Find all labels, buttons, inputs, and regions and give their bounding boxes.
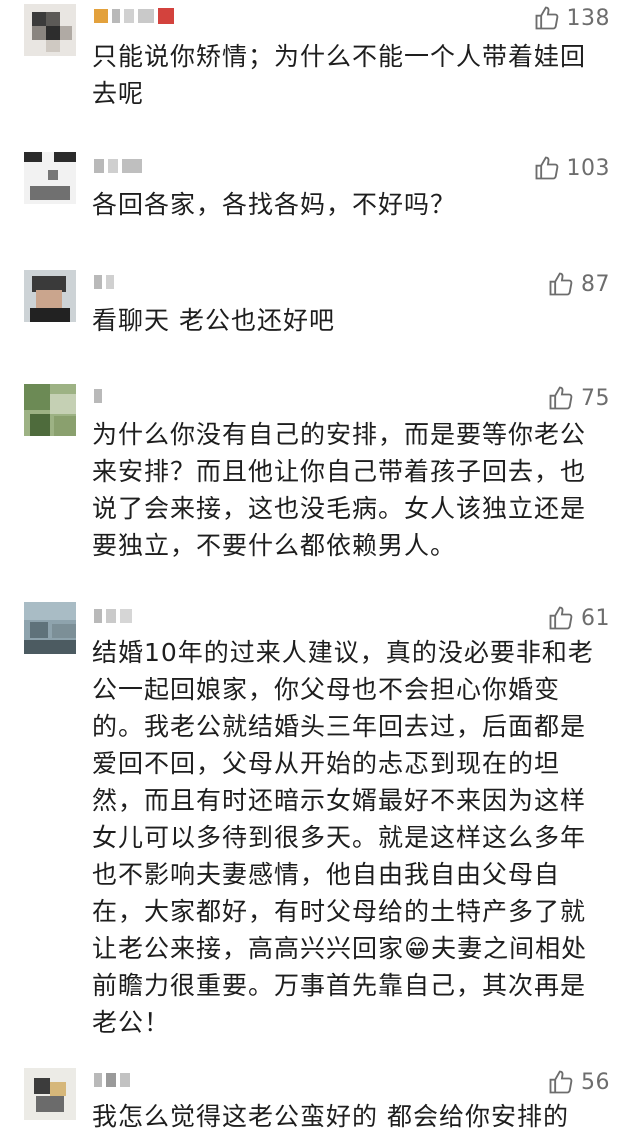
- comment-text: 结婚10年的过来人建议，真的没必要非和老 公一起回娘家，你父母也不会担心你婚变 …: [92, 638, 594, 1037]
- username-blurred[interactable]: [94, 1070, 130, 1090]
- like-button[interactable]: 138: [533, 0, 611, 36]
- like-count: 61: [581, 605, 610, 631]
- comment-item: 61 结婚10年的过来人建议，真的没必要非和老 公一起回娘家，你父母也不会担心你…: [0, 600, 640, 1037]
- comment-item: 138 只能说你矫情；为什么不能一个人带着娃回 去呢: [0, 0, 640, 118]
- like-button[interactable]: 103: [533, 150, 611, 186]
- comment-item: 75 为什么你没有自己的安排，而是要等你老公 来安排？而且他让你自己带着孩子回去…: [0, 380, 640, 560]
- like-button[interactable]: 56: [547, 1064, 610, 1100]
- like-button[interactable]: 61: [547, 600, 610, 636]
- avatar[interactable]: [24, 4, 76, 56]
- avatar[interactable]: [24, 602, 76, 654]
- like-count: 138: [566, 5, 610, 31]
- thumbs-up-icon: [549, 606, 573, 630]
- thumbs-up-icon: [535, 156, 558, 180]
- avatar[interactable]: [24, 152, 76, 204]
- comment-text: 为什么你没有自己的安排，而是要等你老公 来安排？而且他让你自己带着孩子回去，也 …: [92, 420, 587, 560]
- comment-text: 看聊天 老公也还好吧: [92, 306, 335, 335]
- thumbs-up-icon: [549, 386, 573, 410]
- like-button[interactable]: 87: [547, 266, 610, 302]
- username-blurred[interactable]: [94, 6, 174, 26]
- username-blurred[interactable]: [94, 156, 142, 176]
- comment-item: 56 我怎么觉得这老公蛮好的 都会给你安排的: [0, 1064, 640, 1136]
- like-button[interactable]: 75: [547, 380, 610, 416]
- thumbs-up-icon: [535, 6, 558, 30]
- comment-text: 各回各家，各找各妈，不好吗？: [92, 190, 457, 219]
- username-blurred[interactable]: [94, 386, 102, 406]
- like-count: 75: [581, 385, 610, 411]
- comment-item: 87 看聊天 老公也还好吧: [0, 266, 640, 346]
- like-count: 56: [581, 1069, 610, 1095]
- username-blurred[interactable]: [94, 606, 132, 626]
- like-count: 103: [566, 155, 610, 181]
- comment-item: 103 各回各家，各找各妈，不好吗？: [0, 150, 640, 230]
- username-blurred[interactable]: [94, 272, 114, 292]
- like-count: 87: [581, 271, 610, 297]
- thumbs-up-icon: [549, 272, 573, 296]
- comment-text: 我怎么觉得这老公蛮好的 都会给你安排的: [92, 1102, 569, 1131]
- avatar[interactable]: [24, 1068, 76, 1120]
- thumbs-up-icon: [549, 1070, 573, 1094]
- avatar[interactable]: [24, 270, 76, 322]
- comment-text: 只能说你矫情；为什么不能一个人带着娃回 去呢: [92, 42, 587, 108]
- avatar[interactable]: [24, 384, 76, 436]
